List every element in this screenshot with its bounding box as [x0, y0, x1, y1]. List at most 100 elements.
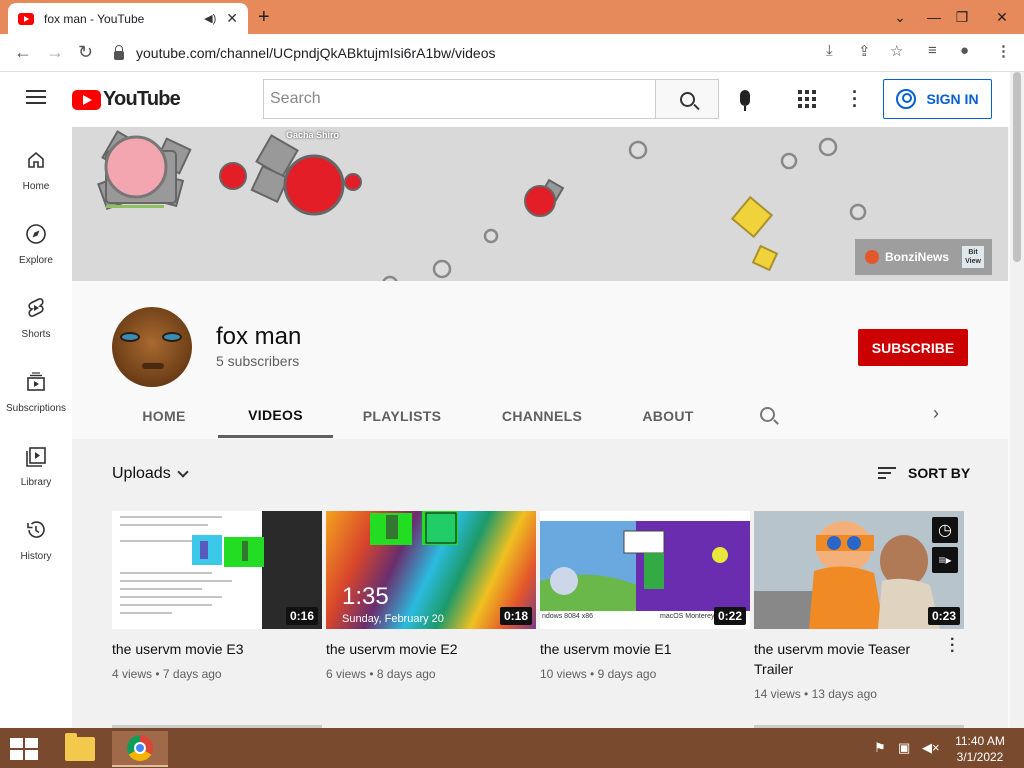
video-card[interactable]: ◷ ≡▸ 0:23 the uservm movie Teaser Traile… — [754, 511, 964, 701]
compass-icon — [25, 223, 47, 245]
video-thumbnail[interactable]: 0:16 — [112, 511, 322, 629]
uploads-dropdown[interactable]: Uploads — [112, 465, 189, 483]
video-title[interactable]: the uservm movie E3 — [112, 639, 302, 659]
watch-later-icon[interactable]: ◷ — [932, 517, 958, 543]
settings-kebab-icon[interactable]: · · · — [852, 83, 858, 115]
thumbnail-caption-right: macOS Monterey — [660, 613, 715, 620]
share-icon[interactable]: ⇪ — [858, 42, 871, 60]
shorts-icon — [25, 297, 47, 319]
taskbar-clock[interactable]: 11:40 AM 3/1/2022 — [950, 733, 1010, 765]
restore-button[interactable]: ❐ — [948, 0, 976, 34]
forward-arrow-icon[interactable]: → — [46, 42, 64, 63]
back-arrow-icon[interactable]: ← — [14, 42, 32, 63]
tab-search-chevron-icon[interactable]: ⌄ — [880, 0, 920, 34]
search-button[interactable] — [655, 79, 719, 119]
voice-search-mic-icon[interactable] — [740, 90, 750, 111]
bookmark-star-icon[interactable]: ☆ — [890, 42, 903, 60]
profile-icon[interactable]: ● — [960, 42, 969, 59]
video-card[interactable]: 1:35 Sunday, February 20 0:18 the uservm… — [326, 511, 536, 681]
bitview-logo: Bit View — [962, 246, 984, 268]
tab-channels[interactable]: CHANNELS — [484, 395, 600, 437]
tab-about[interactable]: ABOUT — [622, 395, 714, 437]
reload-icon[interactable]: ↻ — [78, 42, 93, 63]
chrome-icon — [127, 735, 153, 761]
video-views: 6 views — [326, 667, 367, 681]
sidebar-item-subscriptions[interactable]: Subscriptions — [0, 349, 72, 423]
tab-audio-icon[interactable]: ◀) — [204, 12, 216, 25]
bonzinews-badge: BonziNews Bit View — [855, 239, 992, 275]
page-scrollbar[interactable] — [1010, 72, 1024, 728]
sign-in-button[interactable]: SIGN IN — [883, 79, 992, 119]
video-title[interactable]: the uservm movie E1 — [540, 639, 730, 659]
video-card[interactable]: ndows 8084 x86 macOS Monterey 0:22 the u… — [540, 511, 750, 681]
address-bar[interactable]: youtube.com/channel/UCpndjQkABktujmIsi6r… — [108, 39, 816, 67]
library-icon — [25, 445, 47, 467]
tab-home[interactable]: HOME — [112, 395, 216, 437]
video-meta: 10 views • 9 days ago — [540, 667, 657, 681]
youtube-header: YouTube ··· SIGN IN — [0, 72, 1010, 127]
sidebar-item-label: History — [20, 551, 52, 562]
url-text: youtube.com/channel/UCpndjQkABktujmIsi6r… — [136, 45, 496, 61]
windows-start-icon[interactable] — [10, 738, 38, 760]
lock-icon[interactable] — [114, 44, 124, 60]
search-input[interactable] — [263, 79, 656, 119]
windows-taskbar: ⚑ ▣ ◀× 11:40 AM 3/1/2022 — [0, 728, 1024, 768]
video-duration: 0:22 — [713, 607, 746, 625]
new-tab-button[interactable]: + — [258, 6, 270, 29]
thumbnail-clock-text: 1:35 — [342, 583, 389, 610]
subscribe-button[interactable]: SUBSCRIBE — [858, 329, 968, 366]
browser-menu-icon[interactable]: ⋮ — [996, 42, 1011, 60]
channel-avatar[interactable] — [112, 307, 192, 387]
sort-by-button[interactable]: SORT BY — [878, 465, 970, 481]
sort-icon — [878, 467, 896, 479]
youtube-logo[interactable]: YouTube — [72, 88, 181, 111]
video-title[interactable]: the uservm movie Teaser Trailer — [754, 639, 944, 679]
network-icon[interactable]: ▣ — [898, 740, 910, 756]
video-title[interactable]: the uservm movie E2 — [326, 639, 516, 659]
video-thumbnail[interactable]: ◷ ≡▸ 0:23 — [754, 511, 964, 629]
video-thumbnail[interactable]: 1:35 Sunday, February 20 0:18 — [326, 511, 536, 629]
minimize-button[interactable]: — — [922, 0, 946, 34]
close-window-button[interactable]: ✕ — [980, 0, 1024, 34]
subscriptions-icon — [25, 371, 47, 393]
subscriber-count: 5 subscribers — [216, 353, 300, 369]
action-center-flag-icon[interactable]: ⚑ — [874, 740, 886, 756]
video-card[interactable]: 0:16 the uservm movie E3 4 views • 7 day… — [112, 511, 322, 681]
tab-title: fox man - YouTube — [44, 11, 145, 26]
history-icon — [25, 519, 47, 541]
tab-videos[interactable]: VIDEOS — [218, 395, 333, 438]
video-age: 7 days ago — [162, 667, 222, 681]
file-explorer-button[interactable] — [52, 731, 108, 767]
reading-list-icon[interactable]: ≡ — [928, 42, 937, 59]
chevron-down-icon — [177, 466, 189, 478]
sidebar-item-explore[interactable]: Explore — [0, 201, 72, 275]
clock-date: 3/1/2022 — [956, 750, 1004, 764]
sidebar-item-library[interactable]: Library — [0, 423, 72, 497]
tab-close-icon[interactable]: ✕ — [226, 10, 238, 27]
sidebar-item-home[interactable]: Home — [0, 127, 72, 201]
home-icon — [25, 149, 47, 171]
hamburger-menu-icon[interactable] — [26, 90, 46, 104]
scrollbar-thumb[interactable] — [1013, 72, 1021, 262]
tab-playlists[interactable]: PLAYLISTS — [342, 395, 462, 437]
video-action-menu-icon[interactable]: · · · — [950, 632, 955, 660]
video-thumbnail[interactable]: ndows 8084 x86 macOS Monterey 0:22 — [540, 511, 750, 629]
sidebar-item-shorts[interactable]: Shorts — [0, 275, 72, 349]
youtube-apps-icon[interactable] — [798, 90, 816, 108]
channel-banner: Gacha Shiro BonziNews Bit View — [72, 127, 1008, 281]
banner-badge-text: BonziNews — [885, 250, 950, 264]
install-app-icon[interactable]: ⤓ — [826, 42, 833, 59]
sidebar-item-history[interactable]: History — [0, 497, 72, 571]
sidebar-item-label: Explore — [19, 255, 53, 266]
browser-tab[interactable]: fox man - YouTube ◀) ✕ — [8, 3, 248, 34]
add-to-queue-icon[interactable]: ≡▸ — [932, 547, 958, 573]
avatar-left-eye — [120, 332, 140, 342]
clock-time: 11:40 AM — [955, 734, 1005, 748]
folder-icon — [65, 733, 95, 761]
tabs-next-chevron-icon[interactable]: › — [933, 403, 939, 424]
chrome-taskbar-button[interactable] — [112, 731, 168, 767]
channel-search-icon[interactable] — [760, 407, 775, 422]
sidebar: Home Explore Shorts Subscriptions Librar… — [0, 127, 72, 727]
volume-muted-icon[interactable]: ◀× — [922, 740, 940, 756]
videos-content: Uploads SORT BY 0:16 the uservm movie E3… — [72, 439, 1008, 728]
